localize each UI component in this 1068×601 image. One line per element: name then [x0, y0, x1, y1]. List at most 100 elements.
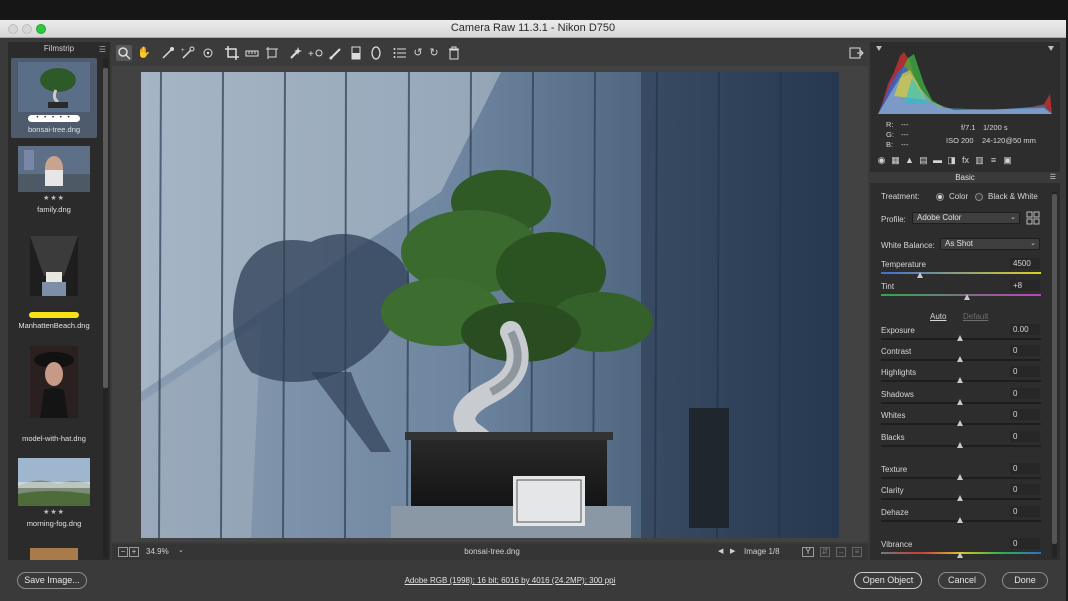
dehaze-slider-handle[interactable] [957, 517, 963, 523]
previous-image-icon[interactable]: ◀ [718, 547, 723, 555]
chevron-down-icon: ⌄ [1030, 240, 1036, 247]
whites-slider-handle[interactable] [957, 420, 963, 426]
filmstrip-item-bonsai[interactable]: • • • • • bonsai-tree.dng [11, 58, 97, 138]
fullscreen-icon[interactable] [848, 45, 864, 61]
blacks-slider-handle[interactable] [957, 442, 963, 448]
r-label: R: [886, 120, 894, 129]
zoom-icon[interactable] [116, 45, 132, 61]
rotate-right-icon[interactable]: ↻ [426, 45, 442, 61]
vibrance-value[interactable]: 0 [1010, 538, 1040, 549]
tint-slider-handle[interactable] [964, 294, 970, 300]
crop-icon[interactable] [224, 45, 240, 61]
auto-button[interactable]: Auto [930, 312, 946, 321]
save-image-button[interactable]: Save Image... [17, 572, 87, 589]
white-balance-dropdown[interactable]: As Shot ⌄ [940, 238, 1040, 250]
filmstrip-item-stars[interactable]: ★★★ [11, 194, 97, 202]
histogram[interactable] [874, 44, 1056, 116]
profile-value: Adobe Color [917, 213, 962, 222]
clarity-slider-handle[interactable] [957, 495, 963, 501]
open-object-button[interactable]: Open Object [854, 572, 922, 589]
contrast-slider-handle[interactable] [957, 356, 963, 362]
done-button[interactable]: Done [1002, 572, 1048, 589]
cancel-button[interactable]: Cancel [938, 572, 986, 589]
filmstrip-item-family[interactable]: ★★★ family.dng [11, 146, 97, 226]
basic-title-text: Basic [955, 173, 975, 182]
snapshots-tab-icon[interactable]: ▣ [1002, 155, 1013, 166]
detail-tab-icon[interactable]: ▲ [904, 155, 915, 166]
filmstrip-item-model-with-hat[interactable]: model-with-hat.dng [11, 346, 97, 446]
tint-value[interactable]: +8 [1010, 280, 1040, 291]
spot-removal-icon[interactable] [288, 45, 304, 61]
default-button[interactable]: Default [963, 312, 988, 321]
blacks-value[interactable]: 0 [1010, 431, 1040, 442]
trash-icon[interactable] [446, 45, 462, 61]
presets-tab-icon[interactable]: ≡ [988, 155, 999, 166]
radial-filter-icon[interactable] [368, 45, 384, 61]
rating-dots[interactable]: • • • • • [28, 115, 80, 122]
vibrance-slider-handle[interactable] [957, 552, 963, 558]
workflow-options-link[interactable]: Adobe RGB (1998); 16 bit; 6016 by 4016 (… [350, 576, 670, 585]
filmstrip-scrollbar[interactable] [103, 58, 108, 558]
effects-tab-icon[interactable]: fx [960, 155, 971, 166]
image-preview-area[interactable] [112, 66, 868, 542]
highlights-slider-handle[interactable] [957, 377, 963, 383]
zoom-in-button[interactable]: + [129, 547, 139, 557]
basic-tab-icon[interactable]: ◉ [876, 155, 887, 166]
filmstrip-item-morning-fog[interactable]: ★★★ morning-fog.dng [11, 458, 97, 538]
filmstrip-scroll-thumb[interactable] [103, 68, 108, 388]
rotate-left-icon[interactable]: ↺ [410, 45, 426, 61]
zoom-out-button[interactable]: − [118, 547, 128, 557]
filmstrip-item-partial[interactable] [11, 548, 97, 560]
exposure-slider-handle[interactable] [957, 335, 963, 341]
lens-corrections-tab-icon[interactable]: ◨ [946, 155, 957, 166]
hand-icon[interactable]: ✋ [136, 45, 152, 61]
temperature-slider-track[interactable] [881, 272, 1041, 274]
temperature-slider-handle[interactable] [917, 272, 923, 278]
transform-icon[interactable] [264, 45, 280, 61]
red-eye-icon[interactable]: + [308, 45, 324, 61]
color-sampler-icon[interactable]: + [180, 45, 196, 61]
filmstrip-item-stars[interactable]: ★★★ [11, 508, 97, 516]
toggle-settings-button[interactable]: ≡ [852, 547, 862, 557]
straighten-icon[interactable] [244, 45, 260, 61]
profile-dropdown[interactable]: Adobe Color ⌄ [912, 212, 1020, 224]
next-image-icon[interactable]: ▶ [730, 547, 735, 555]
filmstrip-item-manhatten-beach[interactable]: ManhattenBeach.dng [11, 236, 97, 336]
split-toning-tab-icon[interactable]: ▬ [932, 155, 943, 166]
hsl-tab-icon[interactable]: ▤ [918, 155, 929, 166]
exposure-value[interactable]: 0.00 [1010, 324, 1040, 335]
whites-value[interactable]: 0 [1010, 409, 1040, 420]
treatment-bw-radio[interactable] [975, 193, 983, 201]
shadows-slider-handle[interactable] [957, 399, 963, 405]
shadows-value[interactable]: 0 [1010, 388, 1040, 399]
tint-slider-track[interactable] [881, 294, 1041, 296]
copy-settings-button[interactable]: → [836, 547, 846, 557]
targeted-adjustment-icon[interactable] [200, 45, 216, 61]
panel-menu-icon[interactable]: ☰ [1050, 172, 1056, 183]
zoom-dropdown-icon[interactable]: ⌄ [178, 546, 184, 554]
contrast-value[interactable]: 0 [1010, 345, 1040, 356]
swap-settings-button[interactable]: ⇵ [820, 547, 830, 557]
texture-value[interactable]: 0 [1010, 463, 1040, 474]
presets-list-icon[interactable] [392, 45, 408, 61]
temperature-value[interactable]: 4500 [1010, 258, 1040, 269]
treatment-color-label[interactable]: Color [949, 192, 968, 201]
graduated-filter-icon[interactable] [348, 45, 364, 61]
dehaze-value[interactable]: 0 [1010, 506, 1040, 517]
preview-image[interactable] [141, 72, 839, 538]
treatment-color-radio[interactable] [936, 193, 944, 201]
panel-scroll-thumb[interactable] [1052, 194, 1057, 544]
tone-curve-tab-icon[interactable]: ▦ [890, 155, 901, 166]
white-balance-icon[interactable] [160, 45, 176, 61]
texture-slider-handle[interactable] [957, 474, 963, 480]
camera-calibration-tab-icon[interactable]: ▥ [974, 155, 985, 166]
before-after-button[interactable]: Y [802, 547, 814, 557]
zoom-level[interactable]: 34.9% [146, 547, 169, 556]
panel-scrollbar[interactable] [1052, 192, 1057, 558]
filmstrip-menu-icon[interactable]: ☰ [99, 45, 106, 54]
clarity-value[interactable]: 0 [1010, 484, 1040, 495]
adjustment-brush-icon[interactable] [328, 45, 344, 61]
highlights-value[interactable]: 0 [1010, 366, 1040, 377]
treatment-bw-label[interactable]: Black & White [988, 192, 1038, 201]
profile-browser-icon[interactable] [1026, 211, 1040, 225]
